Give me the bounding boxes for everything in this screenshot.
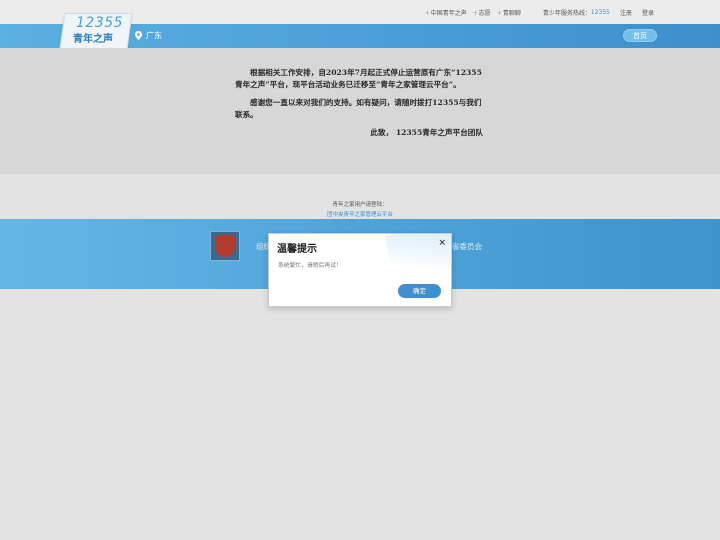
- register-link[interactable]: 注册: [620, 8, 632, 17]
- plus-icon: +: [472, 10, 478, 17]
- logo-text: 青年之声: [73, 34, 113, 45]
- notice-panel: 根据相关工作安排，自2023年7月起正式停止运营原有广东“12355青年之声”平…: [0, 48, 720, 174]
- footer-text-right: 省委员会: [452, 242, 482, 251]
- emblem-shield-icon: [215, 235, 235, 257]
- plus-icon: +: [496, 10, 502, 17]
- location-pin-icon: [135, 31, 142, 40]
- hotline-label: 青少年服务热线：: [542, 10, 591, 17]
- dialog-title: 温馨提示: [277, 244, 317, 255]
- logo-number: 12355: [76, 15, 124, 31]
- location-selector[interactable]: 广东: [135, 30, 162, 41]
- dialog-message: 系统繁忙，请稍后再试！: [278, 263, 342, 269]
- top-link-chat[interactable]: +青聊聊: [497, 8, 521, 17]
- location-label: 广东: [146, 31, 162, 40]
- user-login-label: 青年之家用户请登陆：: [332, 202, 388, 208]
- plus-icon: +: [424, 10, 430, 17]
- top-link-youth-voice[interactable]: +中国青年之声: [425, 8, 467, 17]
- notice-signature: 此致， 12355青年之声平台团队: [370, 128, 483, 137]
- close-icon[interactable]: ×: [438, 239, 446, 248]
- emblem-badge: [210, 231, 240, 261]
- alert-dialog: 温馨提示 × 系统繁忙，请稍后再试！ 确定: [268, 233, 452, 307]
- top-links: +中国青年之声 +志愿 +青聊聊 青少年服务热线： 12355 注册 登录: [425, 8, 654, 17]
- home-button[interactable]: 首页: [623, 29, 657, 42]
- confirm-button[interactable]: 确定: [398, 284, 441, 298]
- top-link-volunteer[interactable]: +志愿: [473, 8, 491, 17]
- notice-paragraph-2: 感谢您一直以来对我们的支持。如有疑问，请随时拨打12355与我们联系。: [235, 98, 482, 119]
- notice-body: 根据相关工作安排，自2023年7月起正式停止运营原有广东“12355青年之声”平…: [235, 67, 483, 146]
- cloud-platform-link[interactable]: 团中央青年之家管理云平台: [0, 210, 720, 218]
- hotline-number: 12355: [590, 9, 610, 16]
- login-link[interactable]: 登录: [642, 8, 654, 17]
- notice-paragraph-1: 根据相关工作安排，自2023年7月起正式停止运营原有广东“12355青年之声”平…: [235, 68, 482, 89]
